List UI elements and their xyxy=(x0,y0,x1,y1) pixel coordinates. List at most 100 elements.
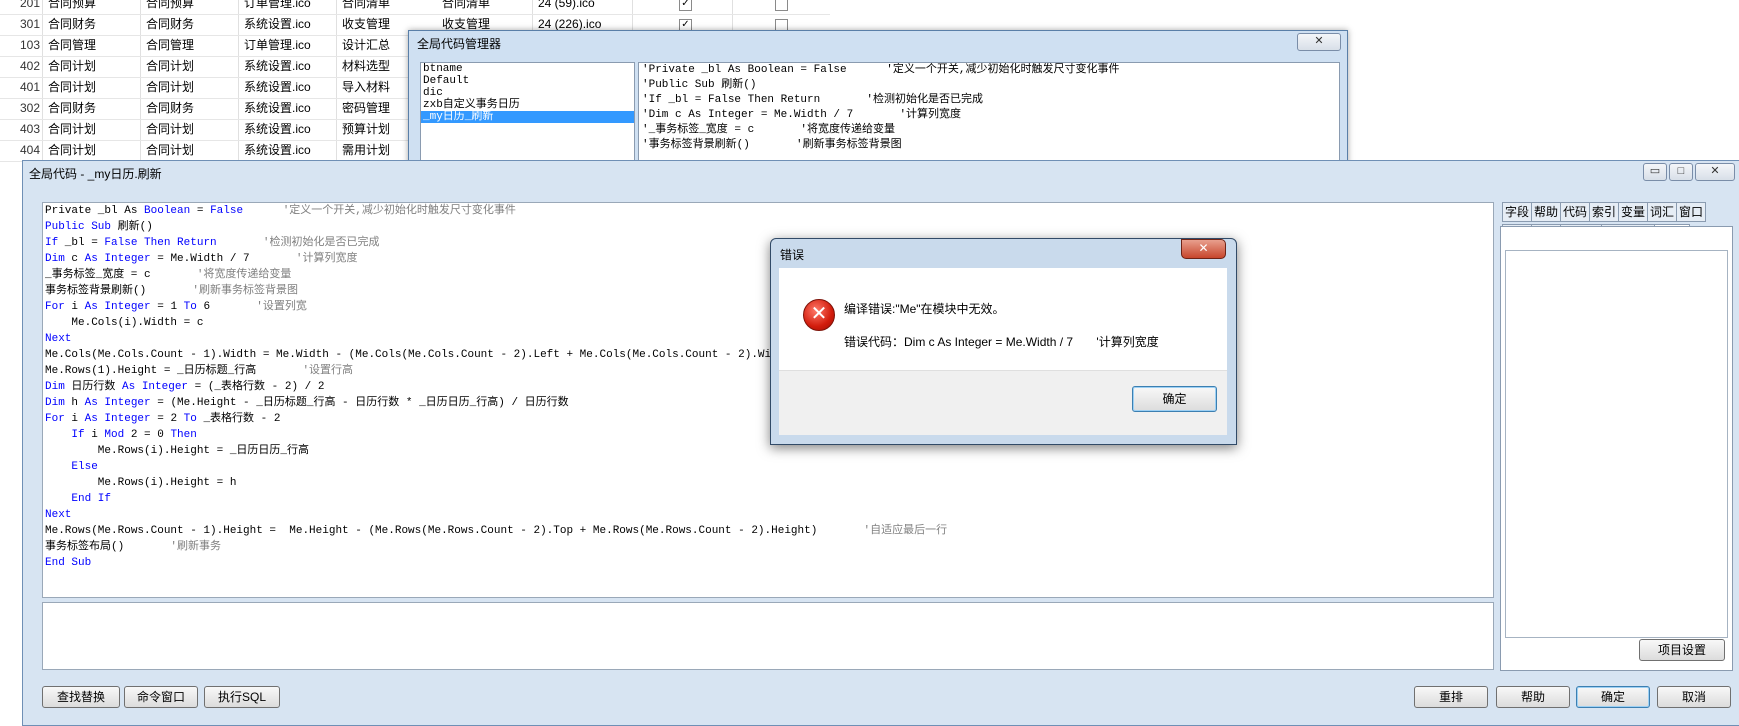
checkbox[interactable] xyxy=(775,0,788,11)
code-editor[interactable]: Private _bl As Boolean = False '定义一个开关,减… xyxy=(42,202,1494,598)
keyword-token: Next xyxy=(45,333,72,345)
table-cell: 合同计划 xyxy=(48,80,97,94)
rearrange-button[interactable]: 重排 xyxy=(1414,686,1488,708)
close-icon[interactable]: ✕ xyxy=(1181,239,1226,259)
table-cell: 系统设置.ico xyxy=(244,80,311,94)
keyword-token: False Then Return xyxy=(104,237,217,249)
code-line: '事务标签背景刷新() '刷新事务标签背景图 xyxy=(642,139,902,151)
code-token: 刷新() xyxy=(111,221,153,233)
close-icon[interactable]: ✕ xyxy=(1297,33,1341,51)
keyword-token: Then xyxy=(170,429,197,441)
ok-button[interactable]: 确定 xyxy=(1576,686,1650,708)
cancel-button[interactable]: 取消 xyxy=(1657,686,1731,708)
code-token: i xyxy=(64,301,85,313)
minimize-icon[interactable]: ▭ xyxy=(1643,163,1667,181)
error-detail: 错误代码：Dim c As Integer = Me.Width / 7 '计算… xyxy=(844,335,1159,349)
keyword-token: For xyxy=(45,413,65,425)
exec-sql-button[interactable]: 执行SQL xyxy=(204,686,280,708)
code-token: 2 = 0 xyxy=(124,429,171,441)
output-area[interactable] xyxy=(42,602,1494,670)
command-window-button[interactable]: 命令窗口 xyxy=(124,686,198,708)
table-cell: 材料选型 xyxy=(342,59,391,73)
comment-token: '自适应最后一行 xyxy=(863,525,948,537)
table-cell: 系统设置.ico xyxy=(244,59,311,73)
settings-list[interactable] xyxy=(1505,250,1728,638)
list-item[interactable]: Default xyxy=(421,75,634,87)
code-manager-list[interactable]: btname Default dic zxb自定义事务日历 _my日历_刷新 xyxy=(420,62,635,164)
code-token: Me.Cols(i).Width = c xyxy=(45,317,204,329)
dialog-title: 错误 xyxy=(780,248,805,262)
code-line: Next xyxy=(43,331,1493,347)
keyword-token: If xyxy=(45,237,59,249)
keyword-token: End Sub xyxy=(45,557,92,569)
code-line: If i Mod 2 = 0 Then xyxy=(43,427,1493,443)
maximize-icon[interactable]: □ xyxy=(1669,163,1693,181)
comment-token: '设置列宽 xyxy=(256,301,307,313)
table-cell: 402 xyxy=(20,59,41,73)
comment-token: '刷新事务标签背景图 xyxy=(192,285,299,297)
keyword-token: Next xyxy=(45,509,72,521)
table-cell: 订单管理.ico xyxy=(244,0,311,10)
table-cell: 合同计划 xyxy=(48,59,97,73)
table-row[interactable]: 201 合同预算 合同预算 订单管理.ico 合同清单 合同清单 24 (59).ico ✓ xyxy=(0,0,830,15)
dialog-ok-button[interactable]: 确定 xyxy=(1132,386,1217,412)
tab-7[interactable]: 窗口 xyxy=(1676,202,1706,222)
code-token: _事务标签_宽度 = c xyxy=(45,269,197,281)
code-token: Me.Rows(i).Height = _日历日历_行高 xyxy=(45,445,310,457)
code-line: Dim 日历行数 As Integer = (_表格行数 - 2) / 2 xyxy=(43,379,1493,395)
code-line: 'Private _bl As Boolean = False '定义一个开关,… xyxy=(642,64,1120,76)
comment-token: '检测初始化是否已完成 xyxy=(262,237,380,249)
code-token: Me.Rows(i).Height = h xyxy=(45,477,237,489)
error-message: 编译错误:"Me"在模块中无效。 xyxy=(844,302,1005,316)
table-cell: 合同财务 xyxy=(146,17,195,31)
find-replace-button[interactable]: 查找替换 xyxy=(42,686,120,708)
code-token: = Me.Width / 7 xyxy=(150,253,296,265)
list-item[interactable]: dic xyxy=(421,87,634,99)
list-item[interactable]: _my日历_刷新 xyxy=(421,111,634,123)
tab-5[interactable]: 变量 xyxy=(1618,202,1648,222)
tab-2[interactable]: 帮助 xyxy=(1531,202,1561,222)
code-line: 事务标签布局() '刷新事务 xyxy=(43,539,1493,555)
code-line: For i As Integer = 2 To _表格行数 - 2 xyxy=(43,411,1493,427)
table-cell: 401 xyxy=(20,80,41,94)
list-item[interactable]: btname xyxy=(421,63,634,75)
code-token: = xyxy=(190,205,211,217)
tab-3[interactable]: 代码 xyxy=(1560,202,1590,222)
table-cell: 24 (59).ico xyxy=(538,0,595,10)
project-settings-button[interactable]: 项目设置 xyxy=(1639,639,1725,661)
table-cell: 需用计划 xyxy=(342,143,391,157)
checkbox[interactable]: ✓ xyxy=(679,0,692,11)
code-manager-preview: 'Private _bl As Boolean = False '定义一个开关,… xyxy=(638,62,1340,164)
table-cell: 系统设置.ico xyxy=(244,122,311,136)
comment-token: '定义一个开关,减少初始化时触发尺寸变化事件 xyxy=(282,205,516,217)
tab-1[interactable]: 字段 xyxy=(1502,202,1532,222)
keyword-token: False xyxy=(210,205,244,217)
code-line: 'Dim c As Integer = Me.Width / 7 '计算列宽度 xyxy=(642,109,962,121)
code-line: _事务标签_宽度 = c '将宽度传递给变量 xyxy=(43,267,1493,283)
list-item[interactable]: zxb自定义事务日历 xyxy=(421,99,634,111)
tab-4[interactable]: 索引 xyxy=(1589,202,1619,222)
code-token: _bl = xyxy=(58,237,105,249)
code-token: _表格行数 - 2 xyxy=(196,413,281,425)
tab-6[interactable]: 词汇 xyxy=(1647,202,1677,222)
keyword-token: To xyxy=(183,413,197,425)
error-icon: ✕ xyxy=(803,299,835,331)
table-cell: 订单管理.ico xyxy=(244,38,311,52)
code-token: 事务标签布局() xyxy=(45,541,171,553)
table-cell: 合同预算 xyxy=(146,0,195,10)
table-cell: 合同预算 xyxy=(48,0,97,10)
keyword-token: As Integer xyxy=(84,397,151,409)
table-cell: 合同财务 xyxy=(146,101,195,115)
keyword-token: As Integer xyxy=(84,301,151,313)
code-line: 'Public Sub 刷新() xyxy=(642,79,757,91)
help-button[interactable]: 帮助 xyxy=(1496,686,1570,708)
error-dialog: 错误 ✕ ✕ 编译错误:"Me"在模块中无效。 错误代码：Dim c As In… xyxy=(770,238,1237,445)
table-cell: 预算计划 xyxy=(342,122,391,136)
close-icon[interactable]: ✕ xyxy=(1695,163,1735,181)
table-cell: 103 xyxy=(20,38,41,52)
keyword-token: End If xyxy=(71,493,112,505)
table-cell: 系统设置.ico xyxy=(244,143,311,157)
table-cell: 密码管理 xyxy=(342,101,391,115)
